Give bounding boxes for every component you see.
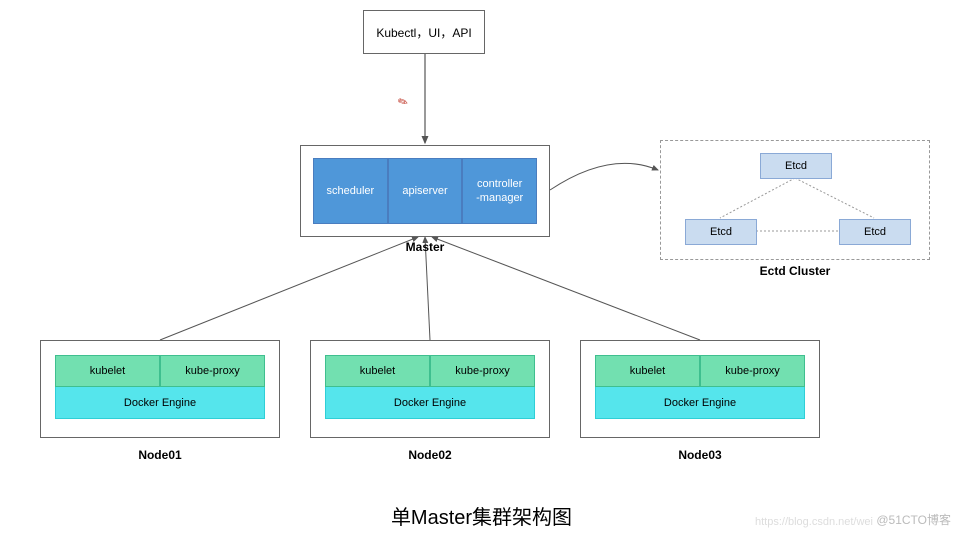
client-box: Kubectl，UI，API	[363, 10, 485, 54]
etcd-cluster-label: Ectd Cluster	[660, 264, 930, 278]
etcd-cluster-box: Etcd Etcd Etcd	[660, 140, 930, 260]
watermark-csdn: https://blog.csdn.net/wei	[755, 516, 873, 528]
etcd-node-bottom-right: Etcd	[839, 219, 911, 245]
kube-proxy-box: kube-proxy	[700, 355, 805, 387]
etcd-label: Etcd	[864, 226, 886, 238]
kubelet-box: kubelet	[55, 355, 160, 387]
kubelet-box: kubelet	[325, 355, 430, 387]
controller-manager-box: controller -manager	[462, 158, 537, 224]
apiserver-box: apiserver	[388, 158, 463, 224]
kube-proxy-box: kube-proxy	[430, 355, 535, 387]
node-02-box: kubelet kube-proxy Docker Engine	[310, 340, 550, 438]
scheduler-box: scheduler	[313, 158, 388, 224]
docker-engine-box: Docker Engine	[595, 387, 805, 419]
node-02-label: Node02	[310, 448, 550, 462]
watermark-51cto: @51CTO博客	[876, 511, 951, 528]
docker-label: Docker Engine	[394, 397, 466, 409]
kube-proxy-label: kube-proxy	[725, 365, 779, 377]
node-03-label: Node03	[580, 448, 820, 462]
docker-label: Docker Engine	[124, 397, 196, 409]
kube-proxy-label: kube-proxy	[455, 365, 509, 377]
kubelet-box: kubelet	[595, 355, 700, 387]
node-01-box: kubelet kube-proxy Docker Engine	[40, 340, 280, 438]
etcd-node-top: Etcd	[760, 153, 832, 179]
master-box: scheduler apiserver controller -manager	[300, 145, 550, 237]
kubelet-label: kubelet	[630, 365, 665, 377]
controller-manager-label: controller -manager	[476, 177, 523, 206]
kubelet-label: kubelet	[360, 365, 395, 377]
docker-engine-box: Docker Engine	[325, 387, 535, 419]
kube-proxy-box: kube-proxy	[160, 355, 265, 387]
client-label: Kubectl，UI，API	[376, 24, 471, 41]
apiserver-label: apiserver	[402, 184, 447, 198]
kubelet-label: kubelet	[90, 365, 125, 377]
etcd-node-bottom-left: Etcd	[685, 219, 757, 245]
docker-label: Docker Engine	[664, 397, 736, 409]
kube-proxy-label: kube-proxy	[185, 365, 239, 377]
etcd-label: Etcd	[785, 160, 807, 172]
scheduler-label: scheduler	[326, 184, 374, 198]
docker-engine-box: Docker Engine	[55, 387, 265, 419]
node-01-label: Node01	[40, 448, 280, 462]
master-label: Master	[300, 240, 550, 254]
etcd-label: Etcd	[710, 226, 732, 238]
pencil-cursor-icon: ✎	[396, 94, 411, 111]
node-03-box: kubelet kube-proxy Docker Engine	[580, 340, 820, 438]
